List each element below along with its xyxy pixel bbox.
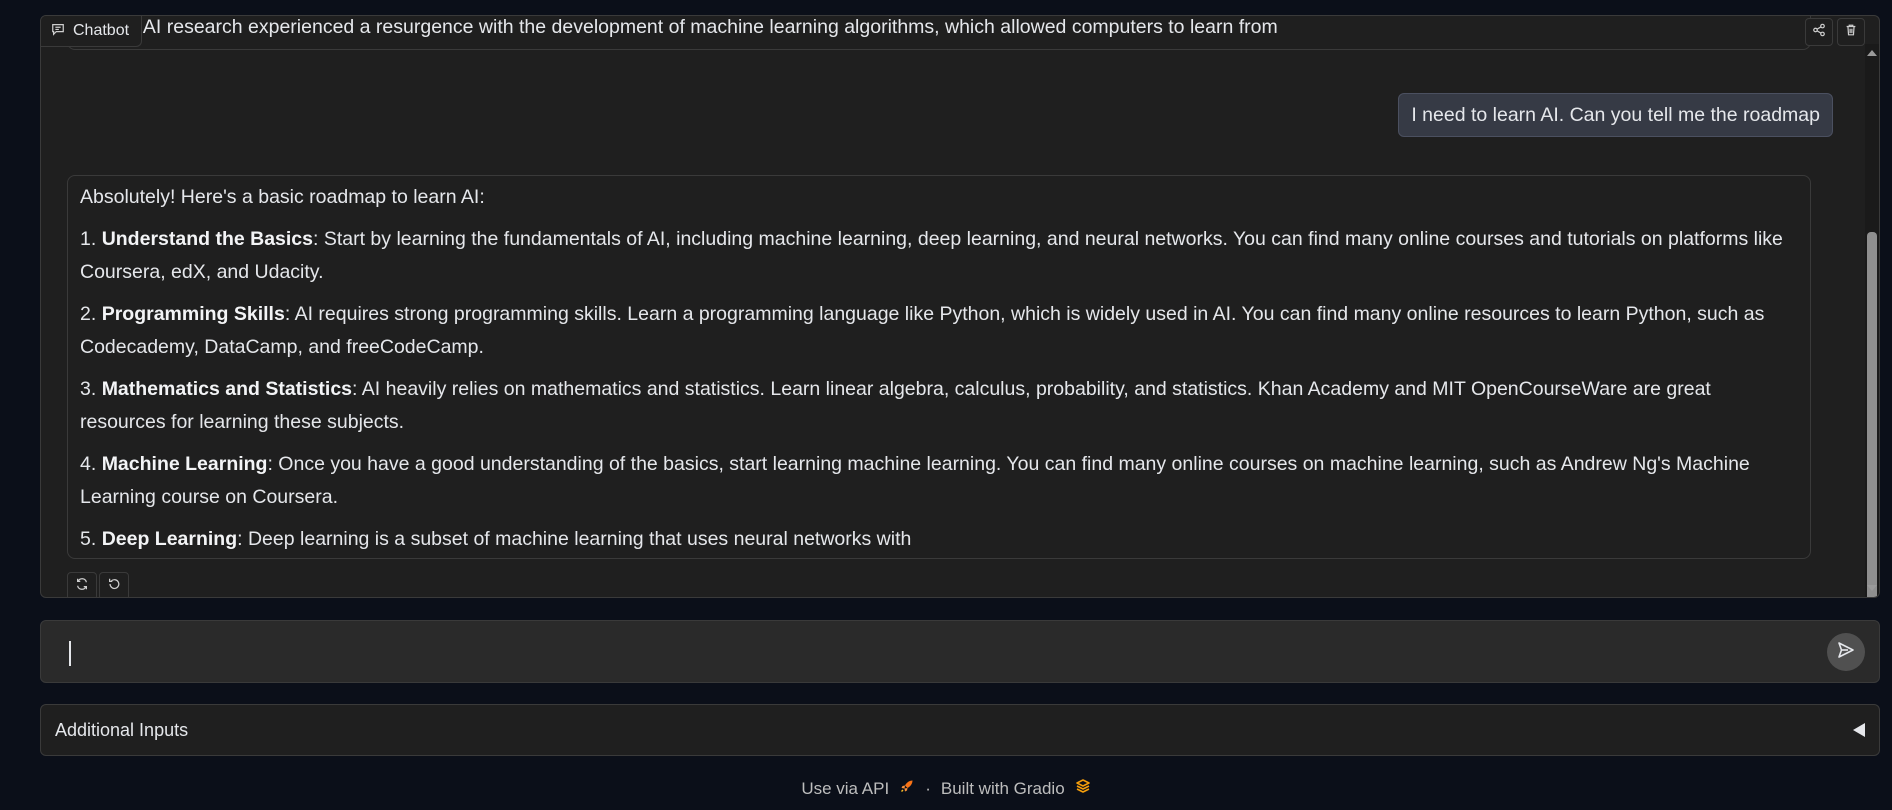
user-message-text: I need to learn AI. Can you tell me the … [1411, 103, 1820, 126]
scroll-down-arrow-icon[interactable] [1867, 585, 1877, 591]
bot-message-partial: 1990s, AI research experienced a resurge… [67, 16, 1811, 50]
clear-button[interactable] [1837, 18, 1865, 46]
roadmap-item-title: Understand the Basics [101, 228, 313, 250]
roadmap-item-title: Programming Skills [101, 303, 285, 325]
chatbot-panel: Chatbot 1990s, AI research experienced a… [40, 15, 1880, 598]
roadmap-item: 5. Deep Learning: Deep learning is a sub… [80, 523, 1798, 556]
roadmap-item-number: 2. [80, 303, 102, 325]
bot-message-partial-text: 1990s, AI research experienced a resurge… [80, 16, 1278, 38]
user-message: I need to learn AI. Can you tell me the … [1398, 93, 1833, 137]
roadmap-item-number: 4. [80, 453, 102, 475]
retry-icon [75, 577, 89, 596]
roadmap-item: 4. Machine Learning: Once you have a goo… [80, 448, 1798, 514]
roadmap-item-number: 1. [80, 228, 102, 250]
scrollbar-thumb[interactable] [1867, 232, 1877, 597]
built-with-gradio-link[interactable]: Built with Gradio [941, 779, 1065, 799]
trash-icon [1844, 23, 1858, 42]
roadmap-item-text: : Once you have a good understanding of … [80, 453, 1750, 508]
message-actions [67, 572, 129, 597]
send-icon [1836, 640, 1856, 665]
footer-separator: · [925, 778, 931, 798]
rocket-icon [899, 778, 915, 799]
chat-scrollbar[interactable] [1865, 44, 1879, 597]
additional-inputs-accordion[interactable]: Additional Inputs [40, 704, 1880, 756]
share-icon [1812, 23, 1826, 42]
footer: Use via API · Built with Gradio [0, 778, 1892, 799]
roadmap-item: 2. Programming Skills: AI requires stron… [80, 298, 1798, 364]
message-input[interactable] [40, 620, 1880, 683]
roadmap-item-text: : AI requires strong programming skills.… [80, 303, 1765, 358]
bot-message-intro: Absolutely! Here's a basic roadmap to le… [80, 186, 485, 208]
share-button[interactable] [1805, 18, 1833, 46]
roadmap-item: 3. Mathematics and Statistics: AI heavil… [80, 373, 1798, 439]
roadmap-item: 1. Understand the Basics: Start by learn… [80, 223, 1798, 289]
text-caret [69, 641, 71, 666]
caret-left-icon [1853, 723, 1865, 737]
roadmap-item-text: : Deep learning is a subset of machine l… [237, 528, 912, 550]
scroll-up-arrow-icon[interactable] [1867, 50, 1877, 56]
send-button[interactable] [1827, 633, 1865, 671]
roadmap-item-title: Mathematics and Statistics [101, 378, 353, 400]
use-via-api-link[interactable]: Use via API [801, 779, 889, 799]
chatbot-label: Chatbot [41, 16, 143, 47]
roadmap-item-number: 5. [80, 528, 102, 550]
chat-icon [51, 22, 65, 41]
undo-icon [107, 577, 121, 596]
roadmap-item-title: Machine Learning [101, 453, 268, 475]
chatbot-label-text: Chatbot [73, 22, 130, 39]
accordion-label: Additional Inputs [55, 719, 189, 740]
chat-actions [1805, 18, 1865, 46]
roadmap-item-title: Deep Learning [101, 528, 238, 550]
bot-message: Absolutely! Here's a basic roadmap to le… [67, 175, 1811, 559]
roadmap-item-text: : Start by learning the fundamentals of … [80, 228, 1783, 283]
retry-button[interactable] [67, 572, 97, 597]
gradio-logo-icon [1075, 778, 1091, 799]
undo-button[interactable] [99, 572, 129, 597]
roadmap-item-number: 3. [80, 378, 102, 400]
